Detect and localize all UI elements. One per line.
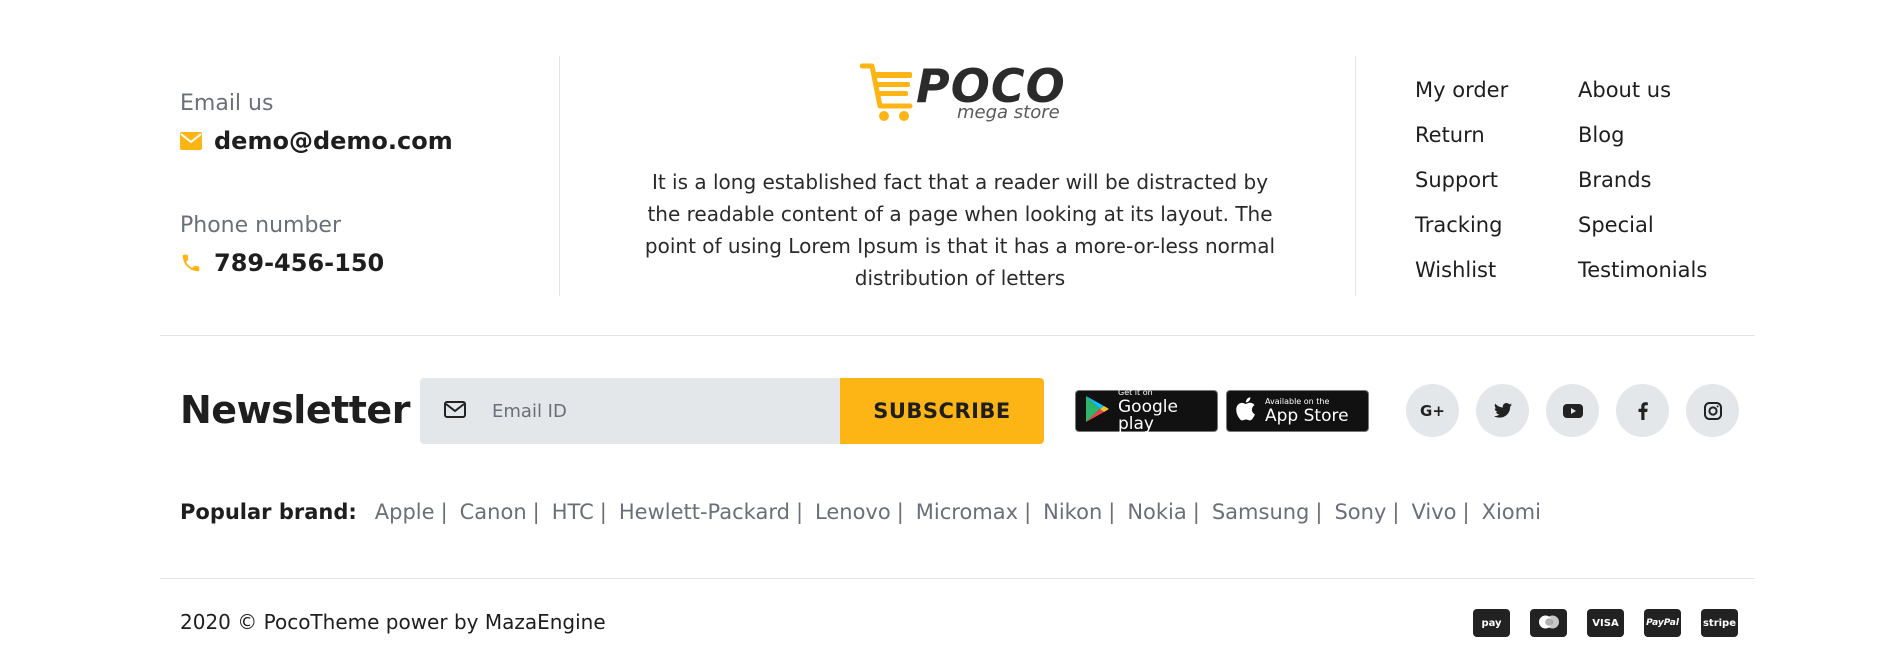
amazon-pay-label: pay [1481,617,1502,629]
brand-separator: | [1108,500,1116,524]
brand-lenovo[interactable]: Lenovo [815,497,891,527]
paypal-label: PayPal [1646,618,1679,628]
popular-brands-label: Popular brand: [180,500,357,524]
brand-samsung[interactable]: Samsung [1212,497,1310,527]
email-label: Email us [180,91,274,116]
email-block: Email us demo@demo.com [180,90,540,156]
app-store-big-text: App Store [1265,405,1349,426]
google-play-icon [1084,395,1110,427]
instagram-icon[interactable] [1686,384,1739,437]
footer-links: My order Return Support Tracking Wishlis… [1415,68,1738,293]
brand-separator: | [1024,500,1032,524]
visa-label: VISA [1592,617,1619,629]
newsletter-input-wrap [420,378,840,444]
app-store-small-text: Available on the [1265,396,1330,406]
brand-separator: | [440,500,448,524]
brand-apple[interactable]: Apple [375,497,435,527]
divider-top [160,335,1755,336]
links-column-1: My order Return Support Tracking Wishlis… [1415,68,1578,293]
brand-hewlett-packard[interactable]: Hewlett-Packard [619,497,790,527]
newsletter-form: SUBSCRIBE [420,378,1044,444]
subscribe-button[interactable]: SUBSCRIBE [840,378,1044,444]
newsletter-title: Newsletter [180,388,410,432]
google-plus-label: G+ [1420,401,1445,420]
divider-bottom [160,578,1755,579]
link-wishlist[interactable]: Wishlist [1415,248,1578,293]
brand-htc[interactable]: HTC [552,497,594,527]
brand-separator: | [1315,500,1323,524]
envelope-outline-icon [444,400,466,422]
phone-row: 789-456-150 [180,248,540,278]
phone-label: Phone number [180,213,342,238]
brand-vivo[interactable]: Vivo [1411,497,1456,527]
google-plus-icon[interactable]: G+ [1406,384,1459,437]
brand-sony[interactable]: Sony [1334,497,1386,527]
brand-xiomi[interactable]: Xiomi [1482,497,1541,527]
google-play-small-text: Get it on [1118,388,1153,397]
link-testimonials[interactable]: Testimonials [1578,248,1738,293]
phone-block: Phone number 789-456-150 [180,212,540,278]
app-store-badge[interactable]: Available on the App Store [1226,390,1369,432]
popular-brands: Popular brand: Apple | Canon | HTC | Hewlet… [180,497,1541,527]
facebook-icon[interactable] [1616,384,1669,437]
email-row: demo@demo.com [180,126,540,156]
divider-left [559,56,560,296]
phone-icon [180,252,202,274]
apple-icon [1235,396,1257,426]
link-blog[interactable]: Blog [1578,113,1738,158]
newsletter-email-input[interactable] [490,399,774,423]
mastercard-icon [1530,609,1567,637]
paypal-icon: PayPal [1644,609,1681,637]
link-my-order[interactable]: My order [1415,68,1578,113]
link-special[interactable]: Special [1578,203,1738,248]
brand-separator: | [532,500,540,524]
google-play-text: Get it on Google play [1118,389,1209,433]
brand-nokia[interactable]: Nokia [1127,497,1186,527]
envelope-icon [180,132,202,150]
brand-separator: | [599,500,607,524]
brand-canon[interactable]: Canon [460,497,527,527]
brand-separator: | [1192,500,1200,524]
email-value[interactable]: demo@demo.com [214,126,453,156]
brand-separator: | [795,500,804,524]
divider-right [1355,56,1356,296]
stripe-icon: stripe [1701,609,1738,637]
amazon-pay-icon: pay [1473,609,1510,637]
brand-description: It is a long established fact that a rea… [644,170,1276,290]
contact-info: Email us demo@demo.com Phone number 789-… [180,90,540,278]
payment-methods: pay VISA PayPal stripe [1473,609,1738,637]
brand-nikon[interactable]: Nikon [1043,497,1102,527]
youtube-icon[interactable] [1546,384,1599,437]
link-brands[interactable]: Brands [1578,158,1738,203]
stripe-label: stripe [1702,617,1737,629]
copyright-text: 2020 © PocoTheme power by MazaEngine [180,610,606,634]
footer-top: Email us demo@demo.com Phone number 789-… [0,0,1900,335]
shopping-cart-icon [859,62,916,128]
link-support[interactable]: Support [1415,158,1578,203]
google-play-badge[interactable]: Get it on Google play [1075,389,1218,433]
twitter-icon[interactable] [1476,384,1529,437]
brand-separator: | [1392,500,1400,524]
brand-micromax[interactable]: Micromax [916,497,1018,527]
visa-icon: VISA [1587,609,1624,637]
brand-tagline: mega store [957,102,1060,123]
app-store-text: Available on the App Store [1265,396,1349,426]
link-about-us[interactable]: About us [1578,68,1738,113]
phone-value[interactable]: 789-456-150 [214,248,384,278]
links-column-2: About us Blog Brands Special Testimonial… [1578,68,1738,293]
brand-separator: | [896,500,904,524]
link-return[interactable]: Return [1415,113,1578,158]
google-play-big-text: Google play [1118,397,1178,434]
brand-separator: | [1462,500,1470,524]
link-tracking[interactable]: Tracking [1415,203,1578,248]
social-links: G+ [1406,384,1739,437]
site-footer: Email us demo@demo.com Phone number 789-… [0,0,1900,660]
brand-logo[interactable]: POCO mega store [859,60,1065,130]
